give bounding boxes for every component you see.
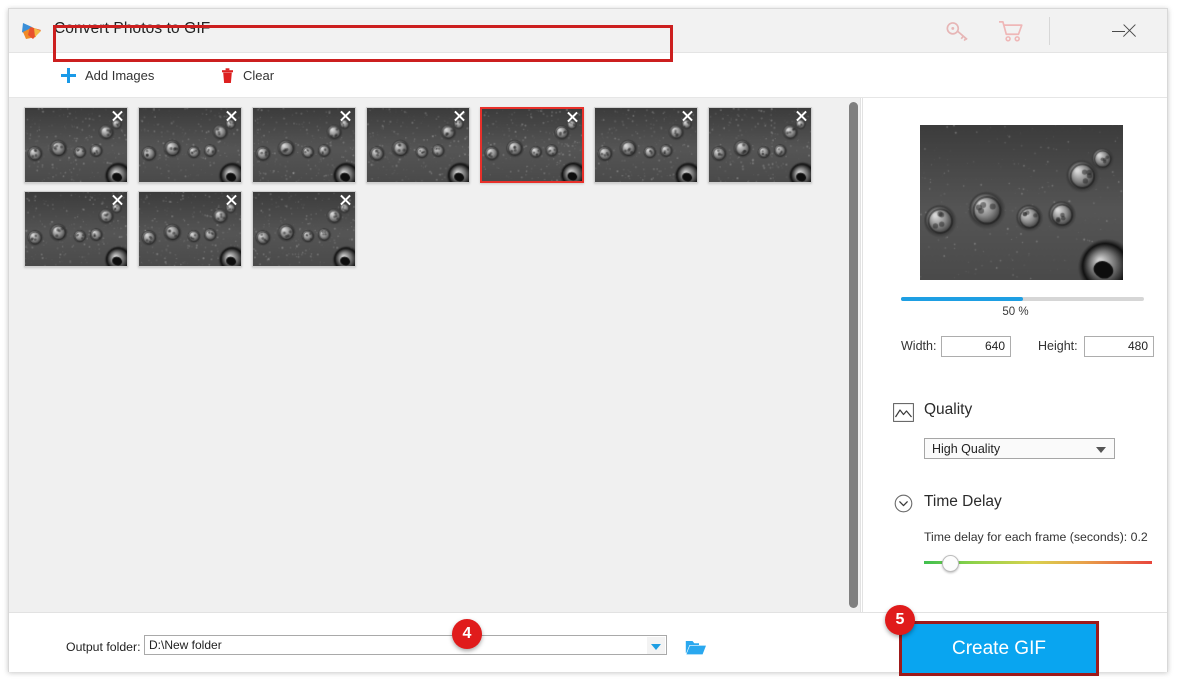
time-delay-slider[interactable] bbox=[924, 555, 1152, 572]
thumbnail-item[interactable] bbox=[480, 107, 584, 183]
thumbnail-grid bbox=[19, 103, 839, 271]
thumbnail-remove-icon[interactable] bbox=[339, 193, 352, 206]
thumbnail-list-area bbox=[9, 98, 861, 612]
clock-chevron-icon bbox=[894, 494, 913, 513]
preview-image bbox=[920, 125, 1123, 280]
app-logo-play-icon bbox=[22, 23, 41, 39]
trash-icon bbox=[222, 67, 233, 83]
plus-icon bbox=[61, 68, 76, 83]
image-mountain-icon bbox=[893, 403, 914, 422]
thumbnail-scrollbar[interactable] bbox=[849, 102, 858, 608]
height-label: Height: bbox=[1038, 339, 1078, 353]
thumbnail-item[interactable] bbox=[594, 107, 698, 183]
settings-panel: 50 % Width: 640 Height: 480 Quality High… bbox=[862, 98, 1167, 612]
quality-heading: Quality bbox=[924, 401, 973, 418]
thumbnail-item[interactable] bbox=[138, 191, 242, 267]
thumbnail-remove-icon[interactable] bbox=[225, 193, 238, 206]
thumbnail-remove-icon[interactable] bbox=[566, 110, 579, 123]
thumbnail-item[interactable] bbox=[252, 107, 356, 183]
close-icon[interactable] bbox=[1115, 17, 1151, 45]
width-label: Width: bbox=[901, 339, 937, 353]
thumbnail-remove-icon[interactable] bbox=[111, 109, 124, 122]
thumbnail-item[interactable] bbox=[708, 107, 812, 183]
scrollbar-thumb[interactable] bbox=[849, 102, 858, 608]
size-slider-fill bbox=[901, 297, 1023, 301]
output-folder-input[interactable]: D:\New folder bbox=[144, 635, 667, 655]
thumbnail-remove-icon[interactable] bbox=[681, 109, 694, 122]
add-images-label: Add Images bbox=[85, 68, 155, 83]
chevron-down-icon[interactable] bbox=[647, 637, 665, 654]
thumbnail-item[interactable] bbox=[138, 107, 242, 183]
quality-select[interactable]: High Quality bbox=[924, 438, 1115, 459]
chevron-down-icon bbox=[1096, 447, 1106, 453]
step-badge-4: 4 bbox=[452, 619, 482, 649]
application-window: Convert Photos to GIF Add Images Clear 5… bbox=[8, 8, 1168, 676]
dimension-row: Width: 640 Height: 480 bbox=[863, 336, 1168, 358]
thumbnail-remove-icon[interactable] bbox=[453, 109, 466, 122]
thumbnail-remove-icon[interactable] bbox=[795, 109, 808, 122]
titlebar-divider bbox=[1049, 17, 1050, 45]
thumbnail-item[interactable] bbox=[366, 107, 470, 183]
thumbnail-item[interactable] bbox=[24, 107, 128, 183]
output-folder-highlight bbox=[53, 25, 673, 62]
output-folder-value: D:\New folder bbox=[149, 638, 222, 652]
time-delay-heading: Time Delay bbox=[924, 493, 1002, 510]
create-gif-button[interactable]: Create GIF bbox=[899, 621, 1099, 676]
step-badge-5: 5 bbox=[885, 605, 915, 635]
thumbnail-remove-icon[interactable] bbox=[111, 193, 124, 206]
folder-icon[interactable] bbox=[685, 638, 707, 656]
clear-label: Clear bbox=[243, 68, 275, 83]
thumbnail-item[interactable] bbox=[252, 191, 356, 267]
size-percent-label: 50 % bbox=[1002, 306, 1029, 318]
quality-selected-value: High Quality bbox=[932, 442, 1001, 456]
thumbnail-remove-icon[interactable] bbox=[339, 109, 352, 122]
time-delay-slider-handle[interactable] bbox=[942, 555, 960, 572]
thumbnail-remove-icon[interactable] bbox=[225, 109, 238, 122]
key-icon[interactable] bbox=[941, 18, 975, 44]
thumbnail-item[interactable] bbox=[24, 191, 128, 267]
output-folder-label: Output folder: bbox=[66, 640, 141, 654]
size-slider[interactable] bbox=[901, 297, 1144, 301]
width-input[interactable]: 640 bbox=[941, 336, 1011, 357]
time-delay-description: Time delay for each frame (seconds): 0.2 bbox=[924, 530, 1148, 544]
shopping-cart-icon[interactable] bbox=[995, 18, 1029, 44]
height-input[interactable]: 480 bbox=[1084, 336, 1154, 357]
